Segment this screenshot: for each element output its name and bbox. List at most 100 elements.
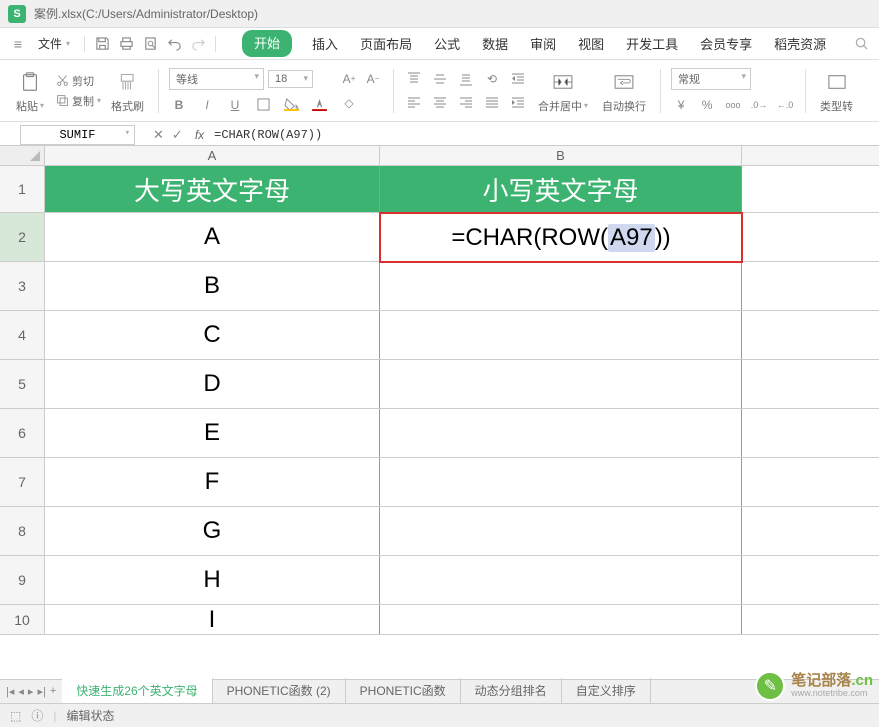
- row-header-9[interactable]: 9: [0, 556, 45, 604]
- decrease-font-icon[interactable]: A−: [363, 70, 383, 88]
- tab-first-icon[interactable]: |◂: [6, 685, 14, 698]
- underline-button[interactable]: U: [225, 96, 245, 114]
- formula-input[interactable]: =CHAR(ROW(A97)): [204, 126, 879, 144]
- tab-formula[interactable]: 公式: [432, 30, 462, 57]
- type-convert-button[interactable]: 类型转: [816, 68, 857, 114]
- increase-font-icon[interactable]: A+: [339, 70, 359, 88]
- cell-a6[interactable]: E: [45, 409, 380, 457]
- cell-a5[interactable]: D: [45, 360, 380, 408]
- copy-button[interactable]: 复制▾: [56, 93, 101, 109]
- cut-button[interactable]: 剪切: [56, 73, 101, 89]
- print-icon[interactable]: [115, 33, 137, 55]
- row-header-7[interactable]: 7: [0, 458, 45, 506]
- cell-a10[interactable]: I: [45, 605, 380, 634]
- row-header-5[interactable]: 5: [0, 360, 45, 408]
- align-left-icon[interactable]: [404, 94, 424, 112]
- merge-center-button[interactable]: 合并居中▾: [534, 68, 592, 114]
- justify-icon[interactable]: [482, 94, 502, 112]
- cell-a8[interactable]: G: [45, 507, 380, 555]
- increase-indent-icon[interactable]: [508, 94, 528, 112]
- align-center-icon[interactable]: [430, 94, 450, 112]
- align-middle-icon[interactable]: [430, 70, 450, 88]
- tab-start[interactable]: 开始: [242, 30, 292, 57]
- tab-member[interactable]: 会员专享: [698, 30, 754, 57]
- font-color-button[interactable]: [309, 96, 329, 114]
- print-preview-icon[interactable]: [139, 33, 161, 55]
- wrap-text-button[interactable]: 自动换行: [598, 68, 650, 114]
- row-header-2[interactable]: 2: [0, 213, 45, 261]
- cell-b9[interactable]: [380, 556, 742, 604]
- cell-b8[interactable]: [380, 507, 742, 555]
- cell-a4[interactable]: C: [45, 311, 380, 359]
- col-header-a[interactable]: A: [45, 146, 380, 165]
- clear-format-icon[interactable]: ◇: [339, 94, 359, 112]
- select-all-corner[interactable]: [0, 146, 45, 165]
- row-header-8[interactable]: 8: [0, 507, 45, 555]
- tab-insert[interactable]: 插入: [310, 30, 340, 57]
- cell-a2[interactable]: A: [45, 213, 380, 261]
- format-painter-button[interactable]: 格式刷: [107, 68, 148, 114]
- cell-b10[interactable]: [380, 605, 742, 634]
- cell-b2[interactable]: [380, 213, 742, 261]
- decrease-indent-icon[interactable]: [508, 70, 528, 88]
- tab-developer[interactable]: 开发工具: [624, 30, 680, 57]
- cell-b7[interactable]: [380, 458, 742, 506]
- font-size-select[interactable]: 18: [268, 70, 313, 88]
- cell-b4[interactable]: [380, 311, 742, 359]
- paste-group[interactable]: 粘贴▾: [10, 68, 50, 114]
- undo-icon[interactable]: [163, 33, 185, 55]
- align-bottom-icon[interactable]: [456, 70, 476, 88]
- cell-b3[interactable]: [380, 262, 742, 310]
- percent-icon[interactable]: %: [697, 96, 717, 114]
- tab-page-layout[interactable]: 页面布局: [358, 30, 414, 57]
- col-header-b[interactable]: B: [380, 146, 742, 165]
- sheet-tab-4[interactable]: 动态分组排名: [461, 678, 562, 705]
- sheet-tab-2[interactable]: PHONETIC函数 (2): [213, 678, 346, 705]
- tab-next-icon[interactable]: ▸: [28, 685, 34, 698]
- cell-b6[interactable]: [380, 409, 742, 457]
- sheet-tab-3[interactable]: PHONETIC函数: [346, 678, 461, 705]
- border-button[interactable]: [253, 96, 273, 114]
- search-icon[interactable]: [851, 34, 871, 54]
- row-header-4[interactable]: 4: [0, 311, 45, 359]
- sheet-tab-5[interactable]: 自定义排序: [562, 678, 651, 705]
- tab-last-icon[interactable]: ▸|: [37, 685, 45, 698]
- fx-label[interactable]: fx: [195, 128, 204, 142]
- accessibility-icon[interactable]: ⓘ: [31, 707, 43, 724]
- font-name-select[interactable]: 等线: [169, 68, 264, 90]
- save-icon[interactable]: [91, 33, 113, 55]
- fill-color-button[interactable]: [281, 96, 301, 114]
- orientation-icon[interactable]: ⟲: [482, 70, 502, 88]
- tab-prev-icon[interactable]: ◂: [18, 685, 24, 698]
- italic-button[interactable]: I: [197, 96, 217, 114]
- name-box[interactable]: SUMIF: [20, 125, 135, 145]
- cell-a7[interactable]: F: [45, 458, 380, 506]
- tab-resources[interactable]: 稻壳资源: [772, 30, 828, 57]
- input-mode-icon[interactable]: ⬚: [10, 709, 21, 723]
- cell-a9[interactable]: H: [45, 556, 380, 604]
- cancel-formula-icon[interactable]: ✕: [153, 127, 164, 143]
- paste-icon[interactable]: [14, 68, 46, 96]
- cell-a1[interactable]: 大写英文字母: [45, 166, 380, 212]
- accept-formula-icon[interactable]: ✓: [172, 127, 183, 143]
- cell-b1[interactable]: 小写英文字母: [380, 166, 742, 212]
- thousands-icon[interactable]: ooo: [723, 96, 743, 114]
- align-right-icon[interactable]: [456, 94, 476, 112]
- tab-view[interactable]: 视图: [576, 30, 606, 57]
- currency-icon[interactable]: ¥: [671, 96, 691, 114]
- tab-review[interactable]: 审阅: [528, 30, 558, 57]
- row-header-10[interactable]: 10: [0, 605, 45, 634]
- row-header-6[interactable]: 6: [0, 409, 45, 457]
- row-header-3[interactable]: 3: [0, 262, 45, 310]
- redo-icon[interactable]: [187, 33, 209, 55]
- file-menu[interactable]: 文件▾: [30, 31, 78, 56]
- hamburger-icon[interactable]: ≡: [8, 34, 28, 54]
- row-header-1[interactable]: 1: [0, 166, 45, 212]
- decrease-decimal-icon[interactable]: ←.0: [775, 96, 795, 114]
- increase-decimal-icon[interactable]: .0→: [749, 96, 769, 114]
- tab-data[interactable]: 数据: [480, 30, 510, 57]
- cell-b5[interactable]: [380, 360, 742, 408]
- bold-button[interactable]: B: [169, 96, 189, 114]
- align-top-icon[interactable]: [404, 70, 424, 88]
- number-format-select[interactable]: 常规: [671, 68, 751, 90]
